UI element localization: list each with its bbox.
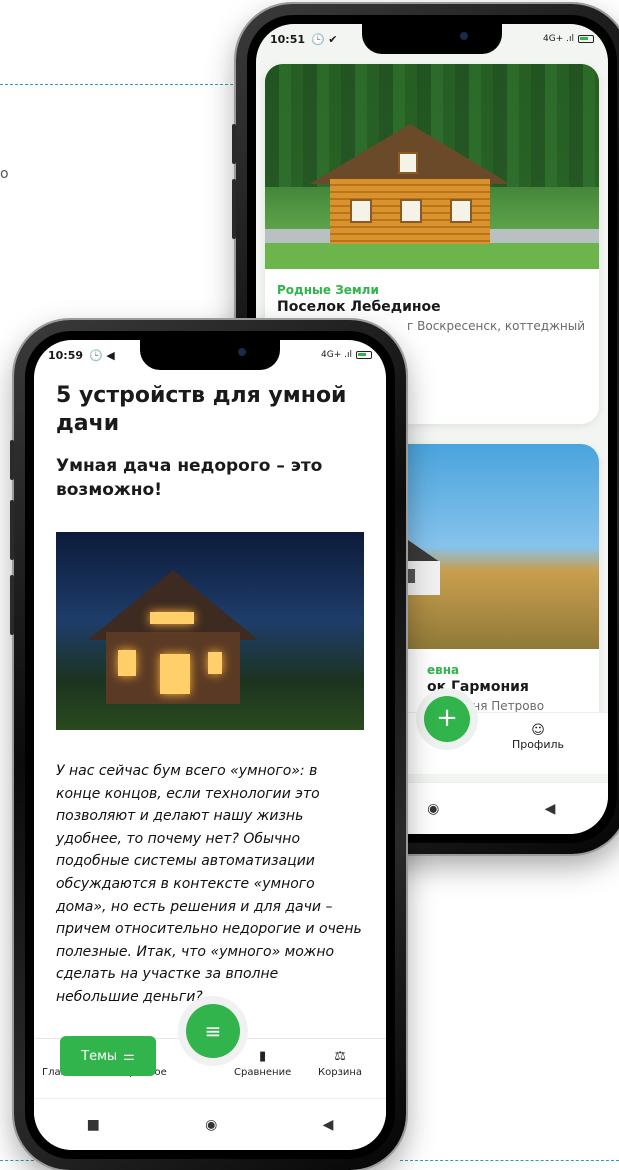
battery-icon bbox=[578, 35, 594, 43]
system-nav-bar: ■ ◉ ◀ bbox=[34, 1098, 386, 1150]
front-phone-screen: 10:59 🕒 ◀ 4G+ .ıl 5 устройств для умной … bbox=[34, 340, 386, 1150]
filter-icon: ⚌ bbox=[123, 1048, 135, 1064]
search-list-fab-button[interactable]: ≡ bbox=[186, 1004, 240, 1058]
decorative-dash-line bbox=[0, 84, 248, 85]
nav-item-basket[interactable]: ⚖ Корзина bbox=[318, 1049, 362, 1078]
listing-brand: Родные Земли bbox=[277, 283, 379, 297]
nav-item-profile[interactable]: ☺ Профиль bbox=[512, 723, 564, 751]
nav-label: Профиль bbox=[511, 738, 564, 751]
camera-icon bbox=[238, 348, 246, 356]
themes-label: Темы bbox=[81, 1048, 118, 1064]
article: 5 устройств для умной дачи Умная дача не… bbox=[56, 382, 364, 1009]
front-phone-mockup: 10:59 🕒 ◀ 4G+ .ıl 5 устройств для умной … bbox=[10, 320, 406, 1170]
article-title: 5 устройств для умной дачи bbox=[56, 383, 347, 436]
background-text-fragment: о bbox=[0, 166, 9, 182]
status-time: 10:59 bbox=[48, 348, 84, 362]
system-home-button[interactable]: ◉ bbox=[427, 801, 439, 817]
signal-icon: 4G+ .ıl bbox=[321, 350, 352, 360]
status-icons: 🕒 ◀ bbox=[89, 348, 115, 362]
profile-icon: ☺ bbox=[531, 723, 545, 738]
article-image bbox=[56, 532, 364, 730]
article-subtitle: Умная дача недорого – это возможно! bbox=[56, 456, 323, 500]
system-recent-button[interactable]: ■ bbox=[87, 1117, 100, 1133]
basket-icon: ⚖ bbox=[334, 1049, 346, 1064]
nav-item-compare[interactable]: ▮ Сравнение bbox=[234, 1049, 291, 1078]
compare-icon: ▮ bbox=[259, 1049, 267, 1064]
listing-title: Поселок Лебединое bbox=[277, 299, 441, 315]
decorative-dash-line bbox=[400, 1160, 619, 1161]
add-fab-button[interactable]: + bbox=[424, 696, 470, 742]
camera-icon bbox=[460, 32, 468, 40]
search-list-icon: ≡ bbox=[204, 1019, 222, 1043]
battery-icon bbox=[356, 351, 372, 359]
listing-image bbox=[265, 64, 599, 269]
article-body: У нас сейчас бум всего «умного»: в конце… bbox=[56, 763, 362, 1005]
nav-label: Корзина bbox=[318, 1067, 363, 1078]
status-icons: 🕒 ✔ bbox=[311, 32, 338, 46]
system-back-button[interactable]: ◀ bbox=[545, 801, 556, 817]
system-home-button[interactable]: ◉ bbox=[205, 1117, 217, 1133]
nav-label: Сравнение bbox=[234, 1067, 292, 1078]
status-time: 10:51 bbox=[270, 32, 306, 46]
signal-icon: 4G+ .ıl bbox=[543, 34, 574, 44]
themes-button[interactable]: Темы ⚌ bbox=[60, 1036, 156, 1076]
system-back-button[interactable]: ◀ bbox=[323, 1117, 334, 1133]
